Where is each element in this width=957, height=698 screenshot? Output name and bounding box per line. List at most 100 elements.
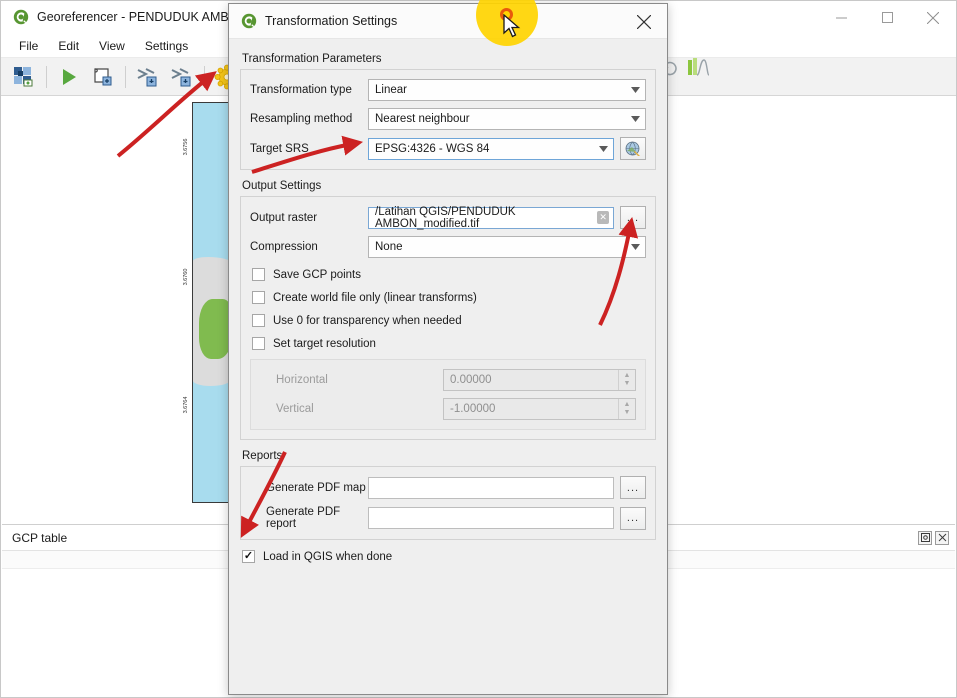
resampling-method-row: Resampling method Nearest neighbour: [250, 108, 646, 130]
pdf-map-browse-button[interactable]: ...: [620, 476, 646, 499]
menu-edit[interactable]: Edit: [48, 36, 89, 56]
canvas-axis-labels: 3.6756 3.6760 3.6764: [180, 102, 192, 503]
mouse-cursor-icon: [503, 13, 523, 43]
resampling-method-label: Resampling method: [250, 113, 353, 125]
horizontal-resolution-label: Horizontal: [276, 374, 328, 386]
menu-file[interactable]: File: [9, 36, 48, 56]
create-world-file-checkbox[interactable]: [252, 291, 265, 304]
load-in-qgis-checkbox[interactable]: [242, 550, 255, 563]
globe-crs-icon[interactable]: [620, 137, 646, 160]
window-title: Georeferencer - PENDUDUK AMBON.: [37, 10, 251, 24]
compression-label: Compression: [250, 241, 318, 253]
load-gcp-icon[interactable]: [133, 62, 163, 92]
use-zero-transparency-checkbox-row[interactable]: Use 0 for transparency when needed: [252, 314, 646, 327]
vertical-resolution-input[interactable]: -1.00000 ▲ ▼: [443, 398, 636, 420]
output-settings-label: Output Settings: [242, 180, 322, 192]
chevron-down-icon: [625, 237, 645, 257]
close-panel-icon[interactable]: [935, 530, 949, 545]
horizontal-resolution-value: 0.00000: [450, 374, 492, 386]
compression-row: Compression None: [250, 236, 646, 258]
transformation-type-value: Linear: [375, 84, 407, 96]
target-srs-select[interactable]: EPSG:4326 - WGS 84: [368, 137, 614, 160]
float-panel-icon[interactable]: [918, 530, 932, 545]
target-srs-row: Target SRS EPSG:4326 - WGS 84: [250, 137, 646, 160]
horizontal-resolution-input[interactable]: 0.00000 ▲ ▼: [443, 369, 636, 391]
toolbar-separator: [46, 65, 47, 88]
transformation-parameters-label: Transformation Parameters: [242, 53, 382, 65]
output-raster-browse-button[interactable]: ...: [620, 206, 646, 229]
save-gcp-points-label: Save GCP points: [273, 268, 362, 281]
script-icon[interactable]: [88, 62, 118, 92]
dialog-titlebar: Transformation Settings: [229, 4, 667, 39]
target-srs-value: EPSG:4326 - WGS 84: [375, 142, 490, 155]
pdf-report-row: Generate PDF report ...: [250, 506, 646, 530]
output-raster-value: /Latihan QGIS/PENDUDUK AMBON_modified.ti…: [375, 205, 516, 230]
load-in-qgis-checkbox-row[interactable]: Load in QGIS when done: [242, 550, 656, 563]
resampling-method-select[interactable]: Nearest neighbour: [368, 108, 646, 130]
menu-settings[interactable]: Settings: [135, 36, 198, 56]
qgis-logo-icon: [241, 13, 257, 29]
close-icon[interactable]: [627, 9, 661, 35]
set-target-resolution-label: Set target resolution: [273, 337, 376, 350]
clear-x-icon[interactable]: ✕: [597, 211, 609, 224]
compression-select[interactable]: None: [368, 236, 646, 258]
save-gcp-points-checkbox[interactable]: [252, 268, 265, 281]
transformation-parameters-group: Transformation type Linear Resampling me…: [240, 69, 656, 170]
minimize-icon[interactable]: [818, 1, 864, 34]
horizontal-resolution-row: Horizontal 0.00000 ▲ ▼: [260, 369, 636, 391]
output-raster-label: Output raster: [250, 211, 318, 224]
chevron-down-icon: [593, 139, 613, 159]
transformation-type-select[interactable]: Linear: [368, 79, 646, 101]
transformation-type-row: Transformation type Linear: [250, 79, 646, 101]
target-srs-label: Target SRS: [250, 142, 309, 155]
output-settings-group: Output raster /Latihan QGIS/PENDUDUK AMB…: [240, 196, 656, 440]
dialog-title: Transformation Settings: [265, 14, 398, 28]
output-raster-input[interactable]: /Latihan QGIS/PENDUDUK AMBON_modified.ti…: [368, 205, 614, 230]
maximize-icon[interactable]: [864, 1, 910, 34]
open-raster-icon[interactable]: [9, 62, 39, 92]
save-gcp-points-checkbox-row[interactable]: Save GCP points: [252, 268, 646, 281]
load-in-qgis-label: Load in QGIS when done: [263, 550, 393, 563]
reports-group: Generate PDF map ... Generate PDF report…: [240, 466, 656, 540]
pdf-map-label: Generate PDF map: [266, 481, 366, 494]
create-world-file-checkbox-row[interactable]: Create world file only (linear transform…: [252, 291, 646, 304]
reports-label: Reports: [242, 450, 283, 462]
play-icon[interactable]: [54, 62, 84, 92]
transformation-type-label: Transformation type: [250, 84, 352, 96]
create-world-file-label: Create world file only (linear transform…: [273, 291, 477, 304]
toolbar-separator: [125, 65, 126, 88]
menu-view[interactable]: View: [89, 36, 135, 56]
spinner-arrows-icon[interactable]: ▲ ▼: [618, 370, 635, 390]
target-resolution-panel: Horizontal 0.00000 ▲ ▼ Vertical -1.00000 …: [250, 359, 646, 430]
axis-label: 3.6760: [183, 268, 189, 286]
set-target-resolution-checkbox[interactable]: [252, 337, 265, 350]
gcp-dock-title: GCP table: [12, 530, 68, 545]
pdf-map-input[interactable]: [368, 476, 614, 499]
set-target-resolution-checkbox-row[interactable]: Set target resolution: [252, 337, 646, 350]
chevron-down-icon: [625, 109, 645, 129]
pdf-report-input[interactable]: [368, 507, 614, 529]
axis-label: 3.6756: [183, 138, 189, 156]
pdf-map-row: Generate PDF map ...: [250, 476, 646, 499]
vertical-resolution-label: Vertical: [276, 403, 314, 415]
close-icon[interactable]: [910, 1, 956, 34]
pdf-report-browse-button[interactable]: ...: [620, 506, 646, 530]
window-controls: [818, 1, 956, 34]
save-gcp-icon[interactable]: [167, 62, 197, 92]
axis-label: 3.6764: [183, 396, 189, 414]
spinner-arrows-icon[interactable]: ▲ ▼: [618, 399, 635, 419]
dialog-body: Transformation Parameters Transformation…: [229, 39, 667, 563]
compression-value: None: [375, 241, 403, 253]
histogram-icon[interactable]: [684, 56, 710, 81]
use-zero-transparency-label: Use 0 for transparency when needed: [273, 314, 462, 327]
use-zero-transparency-checkbox[interactable]: [252, 314, 265, 327]
raster-layer-preview[interactable]: [192, 102, 232, 503]
transformation-settings-dialog: Transformation Settings Transformation P…: [228, 3, 668, 695]
pdf-report-label: Generate PDF report: [266, 506, 341, 530]
qgis-logo-icon: [13, 9, 29, 25]
toolbar-separator: [204, 65, 205, 88]
chevron-down-icon: [625, 80, 645, 100]
vertical-resolution-value: -1.00000: [450, 403, 496, 415]
output-raster-row: Output raster /Latihan QGIS/PENDUDUK AMB…: [250, 205, 646, 230]
resampling-method-value: Nearest neighbour: [375, 113, 470, 125]
